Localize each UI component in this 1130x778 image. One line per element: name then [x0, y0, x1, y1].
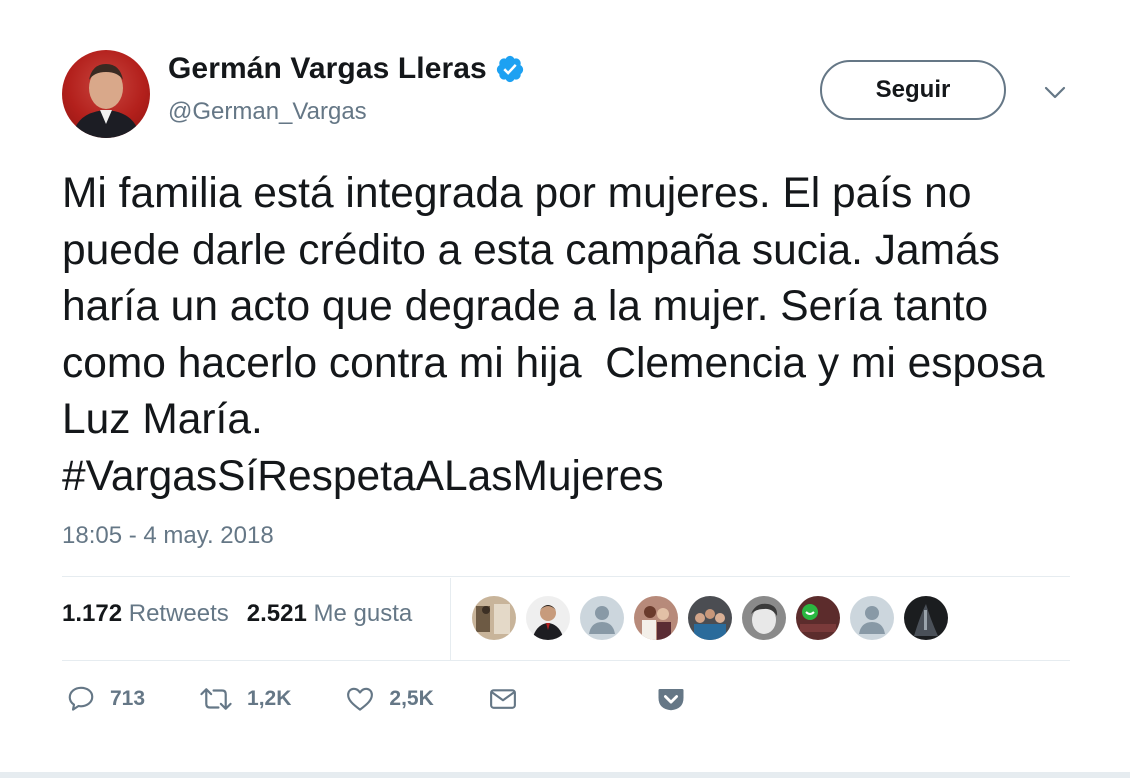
liker-avatar[interactable]: [580, 596, 624, 640]
stats-divider: [450, 578, 451, 660]
like-icon: [347, 687, 374, 711]
liker-avatar[interactable]: [688, 596, 732, 640]
retweet-icon: [200, 688, 232, 710]
retweet-action[interactable]: 1,2K: [199, 684, 291, 714]
message-action[interactable]: [488, 684, 518, 714]
author-info: Germán Vargas Lleras @German_Vargas: [168, 52, 525, 126]
divider: [62, 576, 1070, 577]
retweet-count: 1,2K: [247, 687, 292, 710]
like-count: 2,5K: [389, 687, 434, 710]
avatar-portrait: [72, 64, 140, 138]
tweet-body: Mi familia está integrada por mujeres. E…: [62, 170, 1057, 443]
retweets-stat[interactable]: 1.172 Retweets: [62, 600, 229, 628]
bottom-border: [0, 772, 1130, 778]
liker-avatar[interactable]: [850, 596, 894, 640]
follow-button[interactable]: Seguir: [820, 60, 1006, 120]
tweet-timestamp[interactable]: 18:05 - 4 may. 2018: [62, 522, 274, 550]
chevron-down-icon[interactable]: [1043, 82, 1067, 102]
likes-label: Me gusta: [313, 600, 413, 627]
author-handle[interactable]: @German_Vargas: [168, 98, 525, 126]
pocket-action[interactable]: [656, 684, 686, 714]
reply-action[interactable]: 713: [66, 684, 145, 714]
liker-avatar[interactable]: [526, 596, 570, 640]
liker-avatar[interactable]: [742, 596, 786, 640]
reply-icon: [68, 686, 94, 711]
hashtag-link[interactable]: #VargasSíRespetaALasMujeres: [62, 449, 1072, 506]
liker-avatar[interactable]: [904, 596, 948, 640]
tweet-stats: 1.172 Retweets 2.521 Me gusta: [62, 600, 412, 628]
author-avatar[interactable]: [62, 50, 150, 138]
liker-avatar[interactable]: [796, 596, 840, 640]
liker-avatars: [472, 596, 948, 640]
liker-avatar[interactable]: [472, 596, 516, 640]
retweets-label: Retweets: [128, 600, 229, 627]
verified-badge-icon: [496, 55, 523, 83]
message-icon: [489, 689, 516, 709]
retweets-count: 1.172: [62, 600, 123, 627]
reply-count: 713: [110, 687, 146, 710]
likes-count: 2.521: [246, 600, 307, 627]
pocket-icon: [658, 689, 684, 711]
divider: [62, 660, 1070, 661]
like-action[interactable]: 2,5K: [345, 684, 434, 714]
tweet-text: Mi familia está integrada por mujeres. E…: [62, 166, 1072, 505]
author-name[interactable]: Germán Vargas Lleras: [168, 52, 487, 86]
tweet-actions: 713 1,2K 2,5K: [66, 684, 740, 714]
liker-avatar[interactable]: [634, 596, 678, 640]
likes-stat[interactable]: 2.521 Me gusta: [247, 600, 412, 628]
